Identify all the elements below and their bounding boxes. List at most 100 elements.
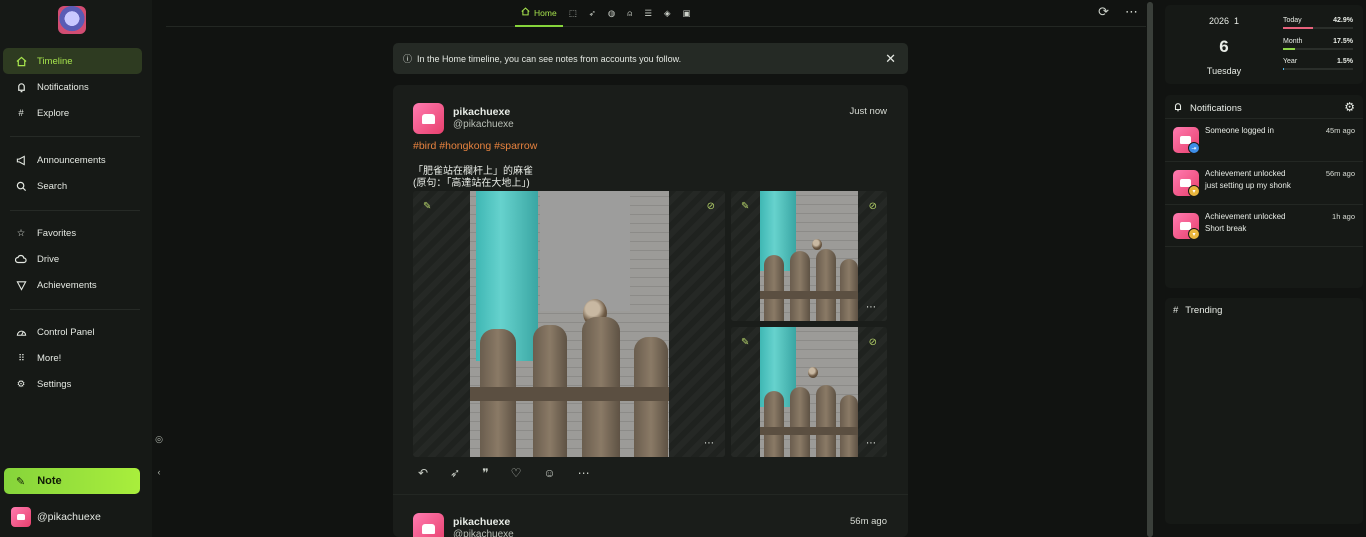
progress-label: Month [1283,38,1303,45]
notification-item[interactable]: ▾ Achievement unlocked just setting up m… [1165,161,1363,204]
refresh-icon[interactable]: ⟳ [1098,4,1109,20]
scrollbar-thumb[interactable] [1147,2,1153,537]
note-button[interactable]: ✎ Note [4,468,140,494]
tab-global[interactable]: ◍ [602,0,621,27]
trending-widget: # Trending [1165,298,1363,524]
progress-bar-fill [1283,68,1285,70]
progress-label: Today [1283,17,1302,24]
avatar[interactable] [413,513,444,537]
more-icon[interactable]: ⋯ [866,302,877,313]
notification-item[interactable]: ⇥ Someone logged in 45m ago [1165,118,1363,161]
close-icon[interactable]: ✕ [885,51,896,67]
calendar-day: 6 [1219,37,1229,56]
account-switcher[interactable]: @pikachuexe [11,507,101,527]
search-icon [15,180,27,192]
tab-antennas[interactable]: ◈ [658,0,677,27]
login-icon: ⇥ [1188,142,1200,154]
sidebar-item-settings[interactable]: ⚙ Settings [3,371,142,397]
tab-mentions[interactable]: ⍝ [621,0,638,27]
notification-item[interactable]: ▾ Achievement unlocked Short break 1h ag… [1165,204,1363,247]
more-icon[interactable]: ⋯ [578,466,590,480]
renote-icon[interactable]: ➶ [450,466,460,480]
sidebar-item-achievements[interactable]: Achievements [3,272,142,298]
timeline-tabs: Home ⬚ ➶ ◍ ⍝ ☰ ◈ ▣ [515,0,697,27]
sidebar-item-more[interactable]: ⠿ More! [3,345,142,371]
sidebar-item-label: More! [37,352,62,364]
calendar-widget: 2026 1 6 Tuesday Today 42.9% Month 17.5%… [1165,5,1363,84]
more-icon[interactable]: ⋯ [704,438,715,449]
divider [10,309,140,310]
edit-alt-icon[interactable]: ✎ [741,337,749,348]
tab-home[interactable]: Home [515,0,563,27]
sidebar-item-announcements[interactable]: Announcements [3,147,142,173]
sparrow-photo [760,327,858,457]
sidebar-item-label: Favorites [37,227,77,239]
hide-media-icon[interactable]: ⊘ [707,201,715,212]
media-image[interactable]: ✎ ⊘ ⋯ [731,327,887,457]
sidebar-item-favorites[interactable]: ☆ Favorites [3,220,142,246]
bird [812,239,822,250]
instance-logo[interactable] [58,6,86,34]
sparrow-photo [760,191,858,321]
note-author-username[interactable]: @pikachuexe [453,119,514,130]
note-author-name[interactable]: pikachuexe [453,106,510,118]
home-icon [521,7,530,18]
hide-media-icon[interactable]: ⊘ [869,201,877,212]
tab-local[interactable]: ⬚ [563,0,583,27]
divider [393,494,908,495]
grid-icon: ⠿ [18,352,25,363]
note-hashtags[interactable]: #bird #hongkong #sparrow [413,140,537,152]
sidebar-item-label: Achievements [37,279,97,291]
sidebar-item-timeline[interactable]: Timeline [3,48,142,74]
media-image[interactable]: ✎ ⊘ ⋯ [731,191,887,321]
info-banner: ⓘ In the Home timeline, you can see note… [393,43,908,74]
gear-icon[interactable]: ⚙ [1344,100,1355,114]
sidebar-collapse-strip: ◎ ‹ [152,0,166,537]
heart-icon[interactable]: ♡ [511,466,522,480]
widget-header: # Trending [1173,305,1222,316]
divider [10,210,140,211]
more-icon[interactable]: ⋯ [1125,4,1138,20]
notification-time: 1h ago [1332,212,1355,221]
sidebar-item-label: Timeline [37,55,73,67]
scrollbar[interactable] [1147,2,1153,537]
notification-time: 45m ago [1325,126,1355,135]
note-timestamp[interactable]: Just now [850,106,888,117]
note-author-username[interactable]: @pikachuexe [453,529,514,537]
note-timestamp[interactable]: 56m ago [850,516,887,527]
sidebar-item-label: Announcements [37,154,106,166]
sidebar-item-notifications[interactable]: Notifications [3,74,142,100]
reply-icon[interactable]: ↶ [418,466,428,480]
tab-channels[interactable]: ▣ [677,0,697,27]
widget-header: Notifications [1173,102,1242,115]
list-icon: ☰ [644,8,652,18]
quote-icon[interactable]: ❞ [482,466,488,480]
sidebar-item-search[interactable]: Search [3,173,142,199]
media-image[interactable]: ✎ ⊘ ⋯ [413,191,725,457]
notification-time: 56m ago [1325,169,1355,178]
sidebar-item-label: Control Panel [37,326,95,338]
widget-toggle-icon[interactable]: ◎ [152,432,166,446]
hide-media-icon[interactable]: ⊘ [869,337,877,348]
rocket-icon: ➶ [588,8,596,18]
header-actions: ⟳ ⋯ [1098,4,1138,20]
sidebar-item-drive[interactable]: Drive [3,246,142,272]
timeline-notes: pikachuexe @pikachuexe Just now #bird #h… [393,85,908,537]
sidebar-item-control-panel[interactable]: Control Panel [3,319,142,345]
sidebar-item-label: Notifications [37,81,89,93]
reaction-icon[interactable]: ☺ [543,466,555,480]
tab-lists[interactable]: ☰ [638,0,658,27]
tab-social[interactable]: ➶ [583,0,602,27]
avatar[interactable] [413,103,444,134]
note-author-name[interactable]: pikachuexe [453,516,510,528]
calendar-year-month: 2026 1 [1165,16,1283,26]
progress-label: Year [1283,58,1298,65]
more-icon[interactable]: ⋯ [866,438,877,449]
collapse-sidebar-icon[interactable]: ‹ [152,465,166,479]
edit-alt-icon[interactable]: ✎ [741,201,749,212]
edit-alt-icon[interactable]: ✎ [423,201,431,212]
notification-title: Someone logged in [1205,126,1274,135]
sidebar-item-explore[interactable]: # Explore [3,100,142,126]
sparrow-photo [470,191,669,457]
medal-icon [15,279,27,291]
